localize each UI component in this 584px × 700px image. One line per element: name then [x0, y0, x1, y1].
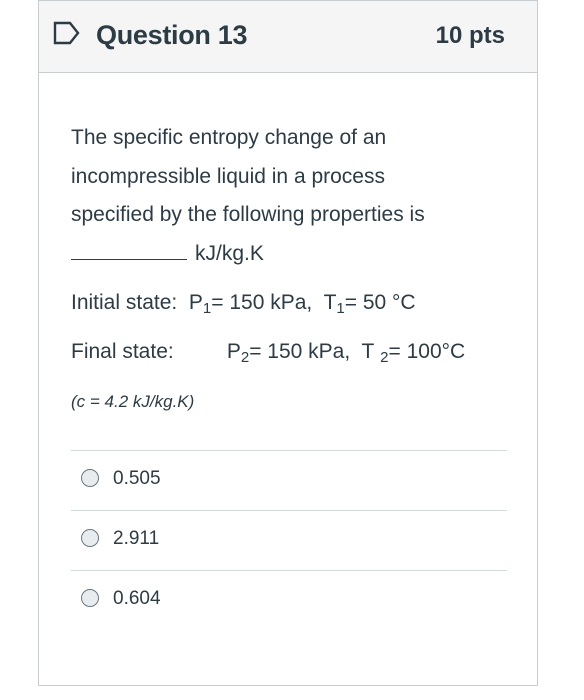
final-state: Final state: P2= 150 kPa, T 2= 100°C: [71, 340, 507, 366]
answer-option[interactable]: 0.505: [71, 451, 507, 511]
temperature-subscript: 2: [380, 349, 389, 366]
pressure-symbol: P: [226, 340, 241, 363]
prompt-line: specified by the following properties is: [71, 203, 425, 226]
answer-list: 0.505 2.911 0.604: [71, 450, 507, 630]
answer-option[interactable]: 2.911: [71, 511, 507, 571]
radio-button-icon[interactable]: [81, 589, 99, 607]
answer-blank: [71, 241, 187, 260]
initial-temperature: T1= 50 °C: [323, 291, 416, 317]
bookmark-flag-icon[interactable]: [53, 21, 81, 45]
prompt-line: incompressible liquid in a process: [71, 164, 385, 188]
final-temperature: T 2= 100°C: [361, 340, 466, 366]
answer-label[interactable]: 0.505: [113, 468, 161, 490]
prompt-line: The specific entropy change of an: [71, 126, 387, 149]
radio-button-icon[interactable]: [81, 469, 99, 487]
temperature-symbol: T: [361, 340, 375, 363]
temperature-symbol: T: [323, 291, 337, 314]
answer-label[interactable]: 2.911: [113, 528, 159, 550]
pressure-subscript: 1: [202, 300, 212, 317]
question-points: 10 pts: [435, 22, 505, 49]
initial-pressure: P1= 150 kPa,: [188, 291, 313, 317]
final-state-label: Final state:: [71, 340, 174, 363]
blank-units: kJ/kg.K: [195, 241, 264, 265]
question-header: Question 13 10 pts: [39, 1, 537, 73]
radio-button-icon[interactable]: [81, 529, 99, 547]
initial-state-label: Initial state:: [71, 291, 178, 314]
prompt-blank-line: kJ/kg.K: [71, 235, 507, 274]
question-title: Question 13: [96, 20, 248, 50]
answer-label[interactable]: 0.604: [113, 588, 161, 610]
pressure-subscript: 2: [240, 349, 250, 366]
question-body: The specific entropy change of an incomp…: [71, 72, 507, 630]
final-pressure: P2= 150 kPa,: [226, 340, 351, 366]
temperature-value: = 100°C: [388, 340, 466, 363]
pressure-value: = 150 kPa,: [211, 291, 313, 314]
temperature-subscript: 1: [336, 300, 345, 317]
specific-heat-note: (c = 4.2 kJ/kg.K): [71, 392, 195, 411]
question-prompt: The specific entropy change of an incomp…: [71, 119, 507, 273]
answer-option[interactable]: 0.604: [71, 571, 507, 630]
question-card: Question 13 10 pts The specific entropy …: [38, 0, 538, 686]
pressure-symbol: P: [188, 291, 203, 314]
initial-state: Initial state: P1= 150 kPa, T1= 50 °C: [71, 291, 507, 317]
temperature-value: = 50 °C: [344, 291, 416, 314]
pressure-value: = 150 kPa,: [249, 340, 351, 363]
